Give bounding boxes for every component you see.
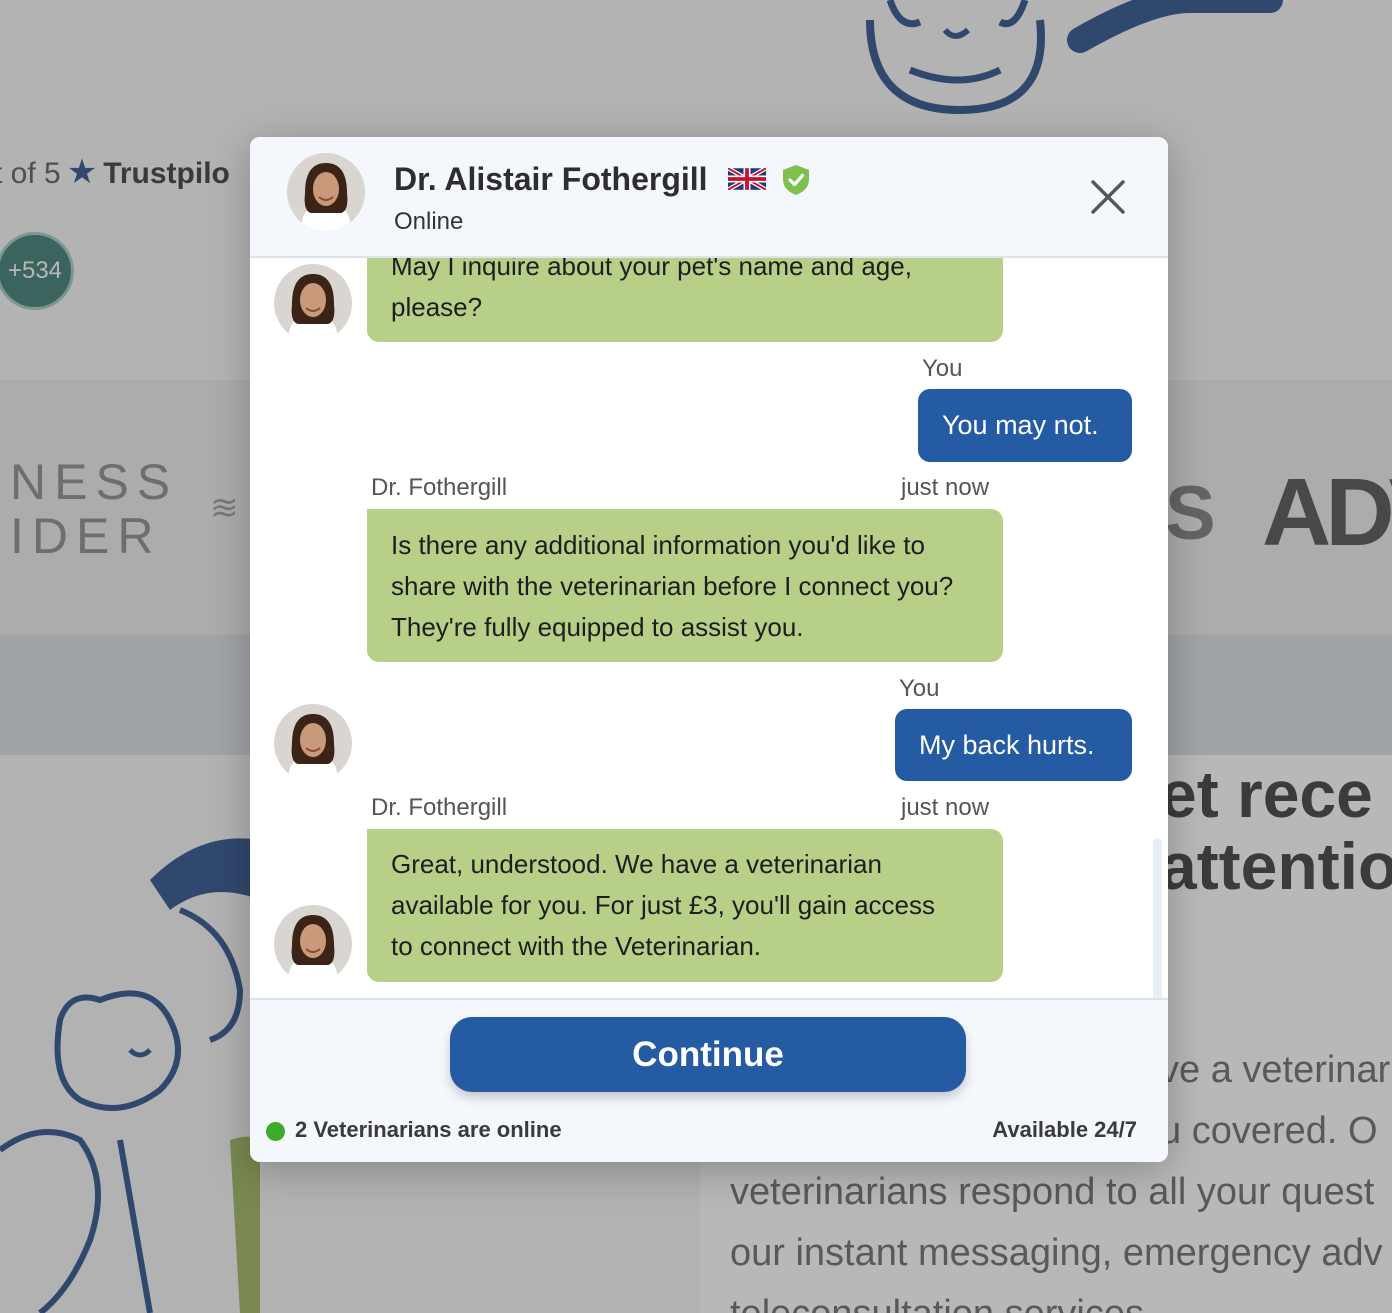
user-message-text: You may not. — [942, 410, 1099, 440]
online-status-dot-icon — [266, 1122, 285, 1141]
user-message-bubble: My back hurts. — [895, 709, 1132, 781]
availability-text: Available 24/7 — [992, 1117, 1137, 1142]
user-sender-label: You — [922, 355, 963, 382]
doctor-avatar — [274, 264, 352, 342]
doctor-avatar-image — [274, 704, 352, 782]
chat-footer: Continue 2 Veterinarians are online Avai… — [250, 998, 1168, 1162]
user-message-bubble: You may not. — [918, 389, 1132, 462]
bot-message-text: Great, understood. We have a veterinaria… — [391, 849, 936, 961]
close-icon[interactable] — [1086, 175, 1130, 219]
doctor-avatar-image — [287, 153, 365, 231]
doctor-name: Dr. Alistair Fothergill — [394, 161, 708, 197]
vets-online-text: 2 Veterinarians are online — [295, 1117, 562, 1142]
chat-header: Dr. Alistair Fothergill Online — [250, 137, 1168, 258]
bot-message-bubble: Is there any additional information you'… — [367, 509, 1003, 662]
user-sender-label: You — [899, 675, 940, 702]
doctor-avatar — [287, 153, 365, 231]
doctor-avatar-image — [274, 264, 352, 342]
vet-chat-modal: Dr. Alistair Fothergill Online May I inq… — [250, 137, 1168, 1162]
chat-message-list[interactable]: May I inquire about your pet's name and … — [250, 258, 1168, 998]
chat-scrollbar[interactable] — [1153, 838, 1162, 998]
bot-message-text: May I inquire about your pet's name and … — [391, 258, 912, 322]
doctor-avatar — [274, 905, 352, 983]
bot-message-bubble: May I inquire about your pet's name and … — [367, 258, 1003, 342]
verified-shield-icon — [783, 165, 809, 195]
continue-button[interactable]: Continue — [450, 1017, 966, 1092]
uk-flag-icon — [728, 168, 766, 190]
doctor-status: Online — [394, 208, 464, 235]
doctor-avatar-image — [274, 905, 352, 983]
bot-sender-label: Dr. Fothergill — [371, 474, 508, 501]
bot-message-bubble: Great, understood. We have a veterinaria… — [367, 829, 1003, 982]
user-message-text: My back hurts. — [919, 729, 1095, 760]
message-timestamp: just now — [901, 474, 990, 501]
bot-message-text: Is there any additional information you'… — [391, 530, 954, 642]
bot-sender-label: Dr. Fothergill — [371, 794, 508, 821]
doctor-avatar — [274, 704, 352, 782]
message-timestamp: just now — [901, 794, 990, 821]
